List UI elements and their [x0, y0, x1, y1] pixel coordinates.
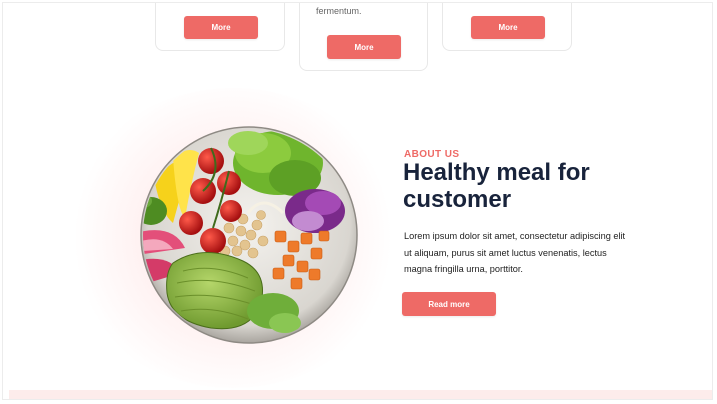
about-description: Lorem ipsum dolor sit amet, consectetur … — [404, 231, 626, 274]
about-title: Healthy meal for customer — [403, 159, 590, 213]
salad-bowl-image — [140, 126, 358, 344]
next-section-band — [9, 390, 712, 399]
service-card-3: More — [442, 3, 572, 51]
service-card-2: fermentum. More — [299, 3, 428, 71]
card-text: fermentum. — [316, 6, 362, 16]
more-button-2[interactable]: More — [327, 35, 401, 59]
read-more-button[interactable]: Read more — [402, 292, 496, 316]
more-button-1[interactable]: More — [184, 16, 258, 39]
more-button-3[interactable]: More — [471, 16, 545, 39]
page-frame: More fermentum. More More ABOUT US Healt… — [2, 2, 713, 400]
service-card-1: More — [155, 3, 285, 51]
